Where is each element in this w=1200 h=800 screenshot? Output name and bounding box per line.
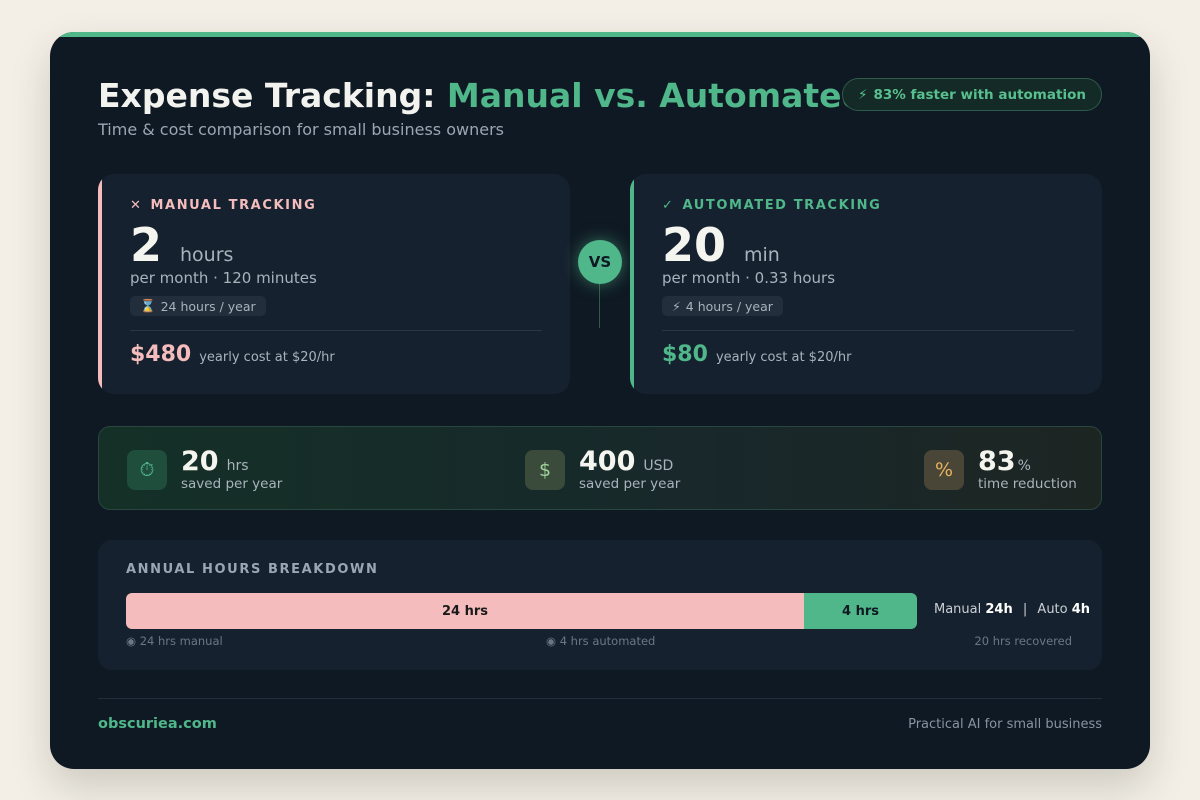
manual-cost-row: $480 yearly cost at $20/hr (130, 342, 335, 367)
lightning-icon: ⚡ (858, 86, 868, 103)
auto-time-unit: min (744, 244, 780, 266)
stat-reduction-text: 83 % time reduction (978, 447, 1077, 492)
auto-yearly-text: 4 hours / year (685, 298, 773, 314)
auto-cost-row: $80 yearly cost at $20/hr (662, 342, 851, 367)
summary-manual-prefix: Manual (934, 602, 982, 617)
footer-divider (98, 698, 1102, 699)
stat-hours-value: 20 (181, 446, 219, 477)
title-accent: Manual vs. Automated (446, 76, 866, 115)
breakdown-title: ANNUAL HOURS BREAKDOWN (126, 562, 379, 577)
hourglass-icon: ⌛ (140, 298, 156, 313)
stat-hours-desc: saved per year (181, 476, 283, 492)
legend-recovered: 20 hrs recovered (974, 634, 1072, 648)
summary-manual-value: 24h (985, 602, 1013, 617)
vs-badge: VS (578, 240, 622, 284)
stat-hours-unit: hrs (226, 458, 249, 474)
annual-hours-breakdown: ANNUAL HOURS BREAKDOWN 24 hrs 4 hrs Manu… (98, 540, 1102, 670)
auto-yearly-pill: ⚡ 4 hours / year (662, 296, 783, 316)
auto-cost: $80 (662, 342, 708, 367)
stat-money-value-row: 400 USD (579, 447, 680, 477)
lightning-icon: ⚡ (672, 298, 681, 314)
bar-segment-automated: 4 hrs (804, 593, 917, 629)
stat-hours-saved: ⏱ 20 hrs saved per year (127, 447, 282, 492)
bar-segment-manual: 24 hrs (126, 593, 804, 629)
manual-label-text: MANUAL TRACKING (150, 198, 317, 213)
auto-cost-note: yearly cost at $20/hr (715, 350, 852, 365)
check-icon: ✓ (662, 198, 675, 213)
manual-time-number: 2 (130, 218, 163, 272)
summary-auto-value: 4h (1071, 602, 1091, 617)
auto-panel-label: ✓ AUTOMATED TRACKING (662, 198, 881, 213)
speed-badge: ⚡ 83% faster with automation (842, 78, 1102, 111)
auto-label-text: AUTOMATED TRACKING (682, 198, 882, 213)
stat-money-unit: USD (643, 458, 674, 474)
auto-time-value: 20 min (662, 218, 780, 272)
page-subtitle: Time & cost comparison for small busines… (98, 120, 504, 139)
stat-reduction-value-row: 83 % (978, 447, 1077, 477)
stat-money-value: 400 (579, 446, 636, 477)
manual-tracking-panel: ✕ MANUAL TRACKING 2 hours per month · 12… (98, 174, 570, 394)
savings-stats-strip: ⏱ 20 hrs saved per year $ 400 USD saved … (98, 426, 1102, 510)
manual-time-unit: hours (180, 244, 234, 266)
speed-badge-text: 83% faster with automation (873, 86, 1086, 103)
manual-panel-label: ✕ MANUAL TRACKING (130, 198, 316, 213)
stat-reduction-desc: time reduction (978, 476, 1077, 492)
stat-hours-text: 20 hrs saved per year (181, 447, 282, 492)
title-main: Expense Tracking: (98, 76, 436, 115)
bar-summary: Manual 24h | Auto 4h (934, 602, 1090, 617)
stat-money-desc: saved per year (579, 476, 681, 492)
manual-cost: $480 (130, 342, 192, 367)
stat-money-text: 400 USD saved per year (579, 447, 680, 492)
accent-top-bar (50, 32, 1150, 37)
stat-money-saved: $ 400 USD saved per year (525, 447, 680, 492)
auto-per-month: per month · 0.33 hours (662, 269, 836, 287)
manual-cost-note: yearly cost at $20/hr (199, 350, 335, 365)
cross-icon: ✕ (130, 198, 143, 213)
manual-yearly-text: 24 hours / year (160, 298, 256, 314)
footer-tagline: Practical AI for small business (908, 717, 1102, 732)
auto-time-number: 20 (662, 218, 727, 272)
manual-time-value: 2 hours (130, 218, 233, 272)
brand-link[interactable]: obscuriea.com (98, 716, 217, 732)
summary-auto-prefix: Auto (1037, 602, 1068, 617)
stat-reduction-value: 83 (978, 446, 1016, 477)
manual-panel-edge (98, 174, 102, 394)
hours-bar: 24 hrs 4 hrs (126, 593, 917, 629)
percent-icon: % (924, 449, 964, 490)
manual-yearly-pill: ⌛ 24 hours / year (130, 296, 266, 316)
manual-divider (130, 330, 542, 331)
vs-connector-line (599, 280, 600, 328)
stat-time-reduction: % 83 % time reduction (924, 447, 1077, 492)
auto-divider (662, 330, 1074, 331)
legend-manual: ◉ 24 hrs manual (126, 634, 223, 648)
summary-separator: | (1022, 602, 1028, 617)
automated-tracking-panel: ✓ AUTOMATED TRACKING 20 min per month · … (630, 174, 1102, 394)
dollar-icon: $ (525, 449, 565, 490)
stat-reduction-unit: % (1017, 458, 1031, 474)
manual-per-month: per month · 120 minutes (130, 269, 317, 287)
auto-panel-edge (630, 174, 634, 394)
page-title: Expense Tracking: Manual vs. Automated (98, 76, 865, 115)
stopwatch-icon: ⏱ (127, 449, 167, 490)
comparison-card: Expense Tracking: Manual vs. Automated T… (50, 32, 1150, 769)
legend-automated: ◉ 4 hrs automated (546, 634, 656, 648)
stat-hours-value-row: 20 hrs (181, 447, 282, 477)
